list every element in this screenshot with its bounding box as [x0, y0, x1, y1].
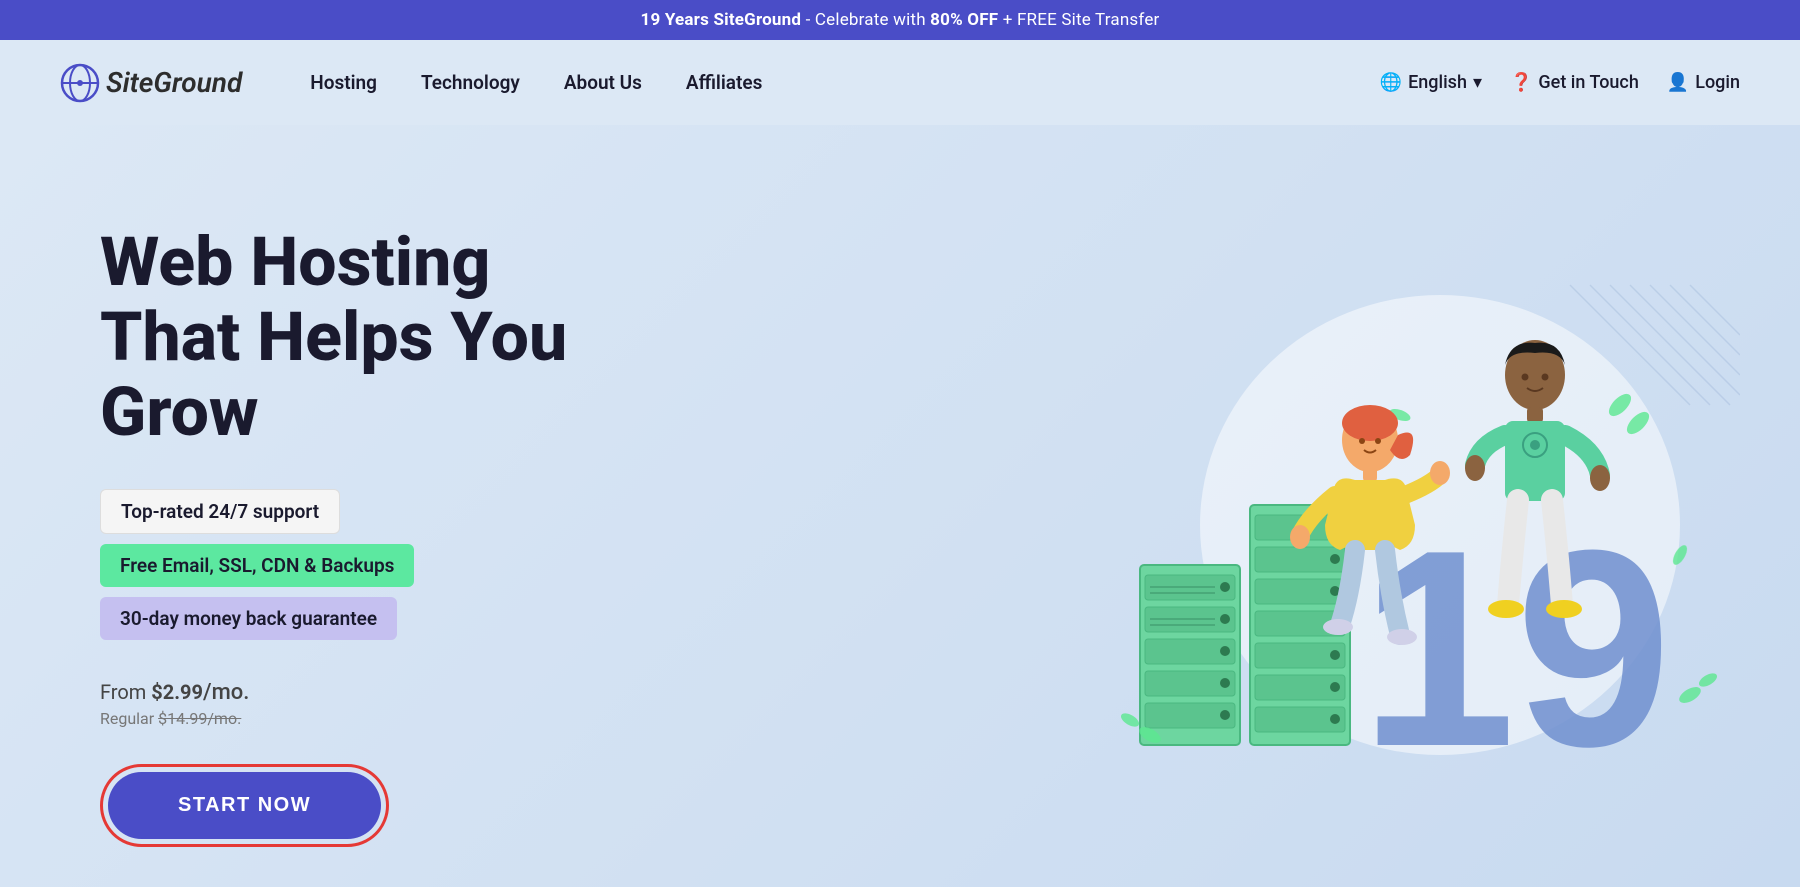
hero-svg-illustration: 19	[990, 205, 1740, 785]
nav-right: 🌐 English ▾ ❓ Get in Touch 👤 Login	[1380, 72, 1740, 93]
feature-list: Top-rated 24/7 support Free Email, SSL, …	[100, 489, 700, 640]
chevron-down-icon: ▾	[1473, 72, 1482, 93]
nav-links: Hosting Technology About Us Affiliates	[292, 63, 1379, 102]
banner-text-2: - Celebrate with	[806, 10, 931, 30]
logo-icon	[60, 63, 100, 103]
pricing-amount: $2.99	[151, 680, 203, 704]
nav-hosting[interactable]: Hosting	[292, 63, 395, 102]
banner-brand: 19 Years SiteGround	[640, 10, 801, 30]
hero-title: Web Hosting That Helps You Grow	[100, 225, 700, 449]
logo-text: SiteGround	[106, 66, 242, 99]
get-in-touch-label: Get in Touch	[1538, 72, 1638, 93]
language-icon: 🌐	[1380, 72, 1402, 93]
user-icon: 👤	[1667, 72, 1689, 93]
start-now-button[interactable]: START NOW	[108, 772, 381, 839]
get-in-touch-link[interactable]: ❓ Get in Touch	[1510, 72, 1639, 93]
hero-section: Web Hosting That Helps You Grow Top-rate…	[0, 125, 1800, 887]
language-label: English	[1408, 72, 1467, 93]
logo[interactable]: SiteGround	[60, 63, 242, 103]
hero-content: Web Hosting That Helps You Grow Top-rate…	[100, 185, 700, 847]
pricing-per: /mo.	[203, 680, 249, 705]
start-button-wrapper: START NOW	[100, 764, 389, 847]
nav-technology[interactable]: Technology	[403, 63, 538, 102]
feature-tag-support: Top-rated 24/7 support	[100, 489, 340, 534]
banner-discount: 80% OFF	[930, 10, 998, 30]
hero-illustration: 19	[700, 185, 1740, 785]
banner-text-3: + FREE Site Transfer	[1003, 10, 1160, 30]
login-label: Login	[1695, 72, 1740, 93]
pricing-regular: Regular $14.99/mo.	[100, 709, 700, 728]
feature-tag-free: Free Email, SSL, CDN & Backups	[100, 544, 414, 587]
login-link[interactable]: 👤 Login	[1667, 72, 1740, 93]
help-icon: ❓	[1510, 72, 1532, 93]
nav-about-us[interactable]: About Us	[546, 63, 660, 102]
nav-affiliates[interactable]: Affiliates	[668, 63, 780, 102]
pricing-from: From $2.99/mo.	[100, 680, 700, 705]
language-selector[interactable]: 🌐 English ▾	[1380, 72, 1482, 93]
pricing: From $2.99/mo. Regular $14.99/mo.	[100, 680, 700, 728]
feature-tag-moneyback: 30-day money back guarantee	[100, 597, 397, 640]
navbar: SiteGround Hosting Technology About Us A…	[0, 40, 1800, 125]
promo-banner: 19 Years SiteGround - Celebrate with 80%…	[0, 0, 1800, 40]
